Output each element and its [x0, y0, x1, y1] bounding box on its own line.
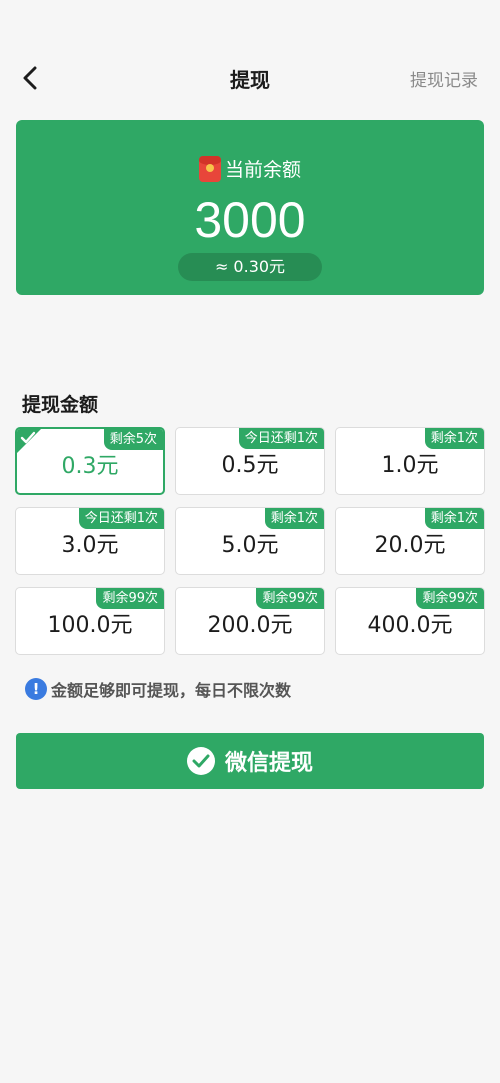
- check-icon: [20, 431, 36, 444]
- amount-option-20-0[interactable]: 剩余1次 20.0元: [335, 507, 485, 575]
- remain-badge: 今日还剩1次: [78, 508, 164, 529]
- amount-value: 0.3元: [61, 454, 119, 479]
- remain-badge: 剩余1次: [424, 508, 484, 529]
- amount-value: 0.5元: [221, 453, 279, 478]
- withdraw-button-label: 微信提现: [224, 751, 313, 776]
- amount-value: 3.0元: [61, 533, 119, 558]
- check-circle-icon: [186, 747, 215, 775]
- remain-badge: 剩余1次: [264, 508, 324, 529]
- red-packet-icon: [198, 155, 221, 182]
- withdraw-notice: ! 金额足够即可提现，每日不限次数: [25, 677, 291, 701]
- amount-option-100-0[interactable]: 剩余99次 100.0元: [15, 587, 165, 655]
- amount-option-1-0[interactable]: 剩余1次 1.0元: [335, 427, 485, 495]
- info-icon: !: [25, 678, 47, 700]
- balance-amount: 3000: [194, 192, 306, 248]
- amount-value: 1.0元: [381, 453, 439, 478]
- amount-value: 200.0元: [207, 613, 293, 638]
- remain-badge: 剩余5次: [103, 429, 163, 450]
- remain-badge: 剩余99次: [96, 588, 164, 609]
- remain-badge: 剩余1次: [424, 428, 484, 449]
- amount-option-0-5[interactable]: 今日还剩1次 0.5元: [175, 427, 325, 495]
- balance-card: 当前余额 3000 ≈ 0.30元: [16, 120, 484, 295]
- remain-badge: 剩余99次: [416, 588, 484, 609]
- notice-text: 金额足够即可提现，每日不限次数: [51, 681, 292, 700]
- remain-badge: 剩余99次: [256, 588, 324, 609]
- amount-option-5-0[interactable]: 剩余1次 5.0元: [175, 507, 325, 575]
- balance-label-row: 当前余额: [16, 155, 484, 182]
- amount-value: 400.0元: [367, 613, 453, 638]
- amount-option-3-0[interactable]: 今日还剩1次 3.0元: [15, 507, 165, 575]
- amount-section-title: 提现金额: [22, 394, 99, 416]
- wechat-withdraw-button[interactable]: 微信提现: [16, 733, 484, 789]
- amount-option-400-0[interactable]: 剩余99次 400.0元: [335, 587, 485, 655]
- header: 提现 提现记录: [0, 50, 500, 106]
- amount-option-0-3[interactable]: 剩余5次 0.3元: [15, 427, 165, 495]
- amount-option-200-0[interactable]: 剩余99次 200.0元: [175, 587, 325, 655]
- balance-label: 当前余额: [224, 159, 301, 181]
- amount-value: 20.0元: [374, 533, 446, 558]
- withdraw-history-link[interactable]: 提现记录: [410, 66, 478, 91]
- amount-value: 100.0元: [47, 613, 133, 638]
- amount-value: 5.0元: [221, 533, 279, 558]
- balance-approx-value: ≈ 0.30元: [178, 253, 322, 281]
- remain-badge: 今日还剩1次: [238, 428, 324, 449]
